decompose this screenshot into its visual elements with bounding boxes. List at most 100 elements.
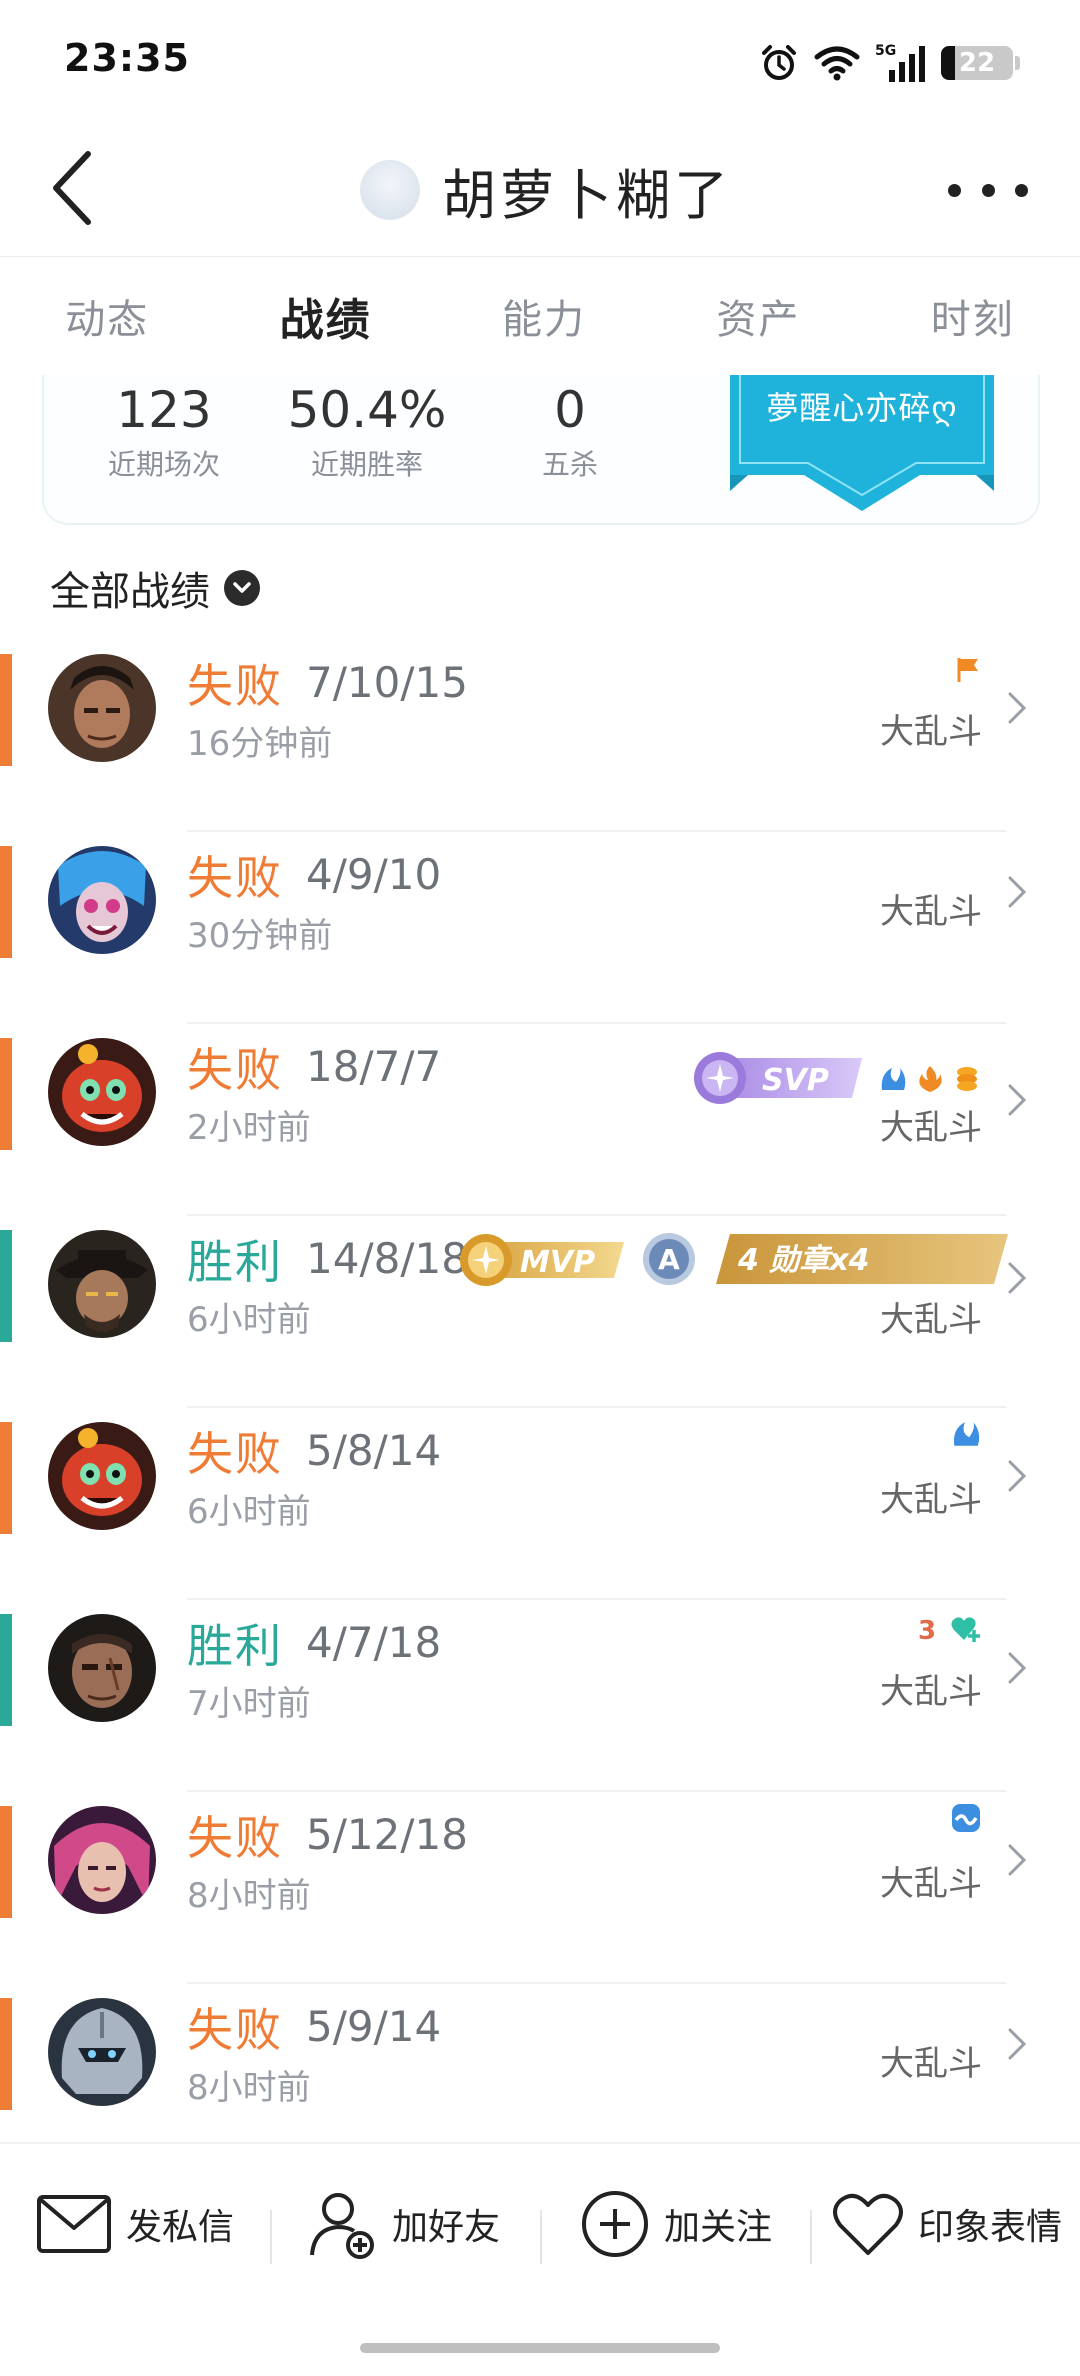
match-result: 胜利	[187, 1619, 283, 1673]
home-indicator[interactable]	[360, 2343, 720, 2353]
match-mode: 大乱斗	[880, 1300, 982, 1340]
records-filter[interactable]: 全部战绩	[50, 558, 260, 618]
match-time: 8小时前	[187, 1876, 311, 1916]
chevron-right-icon	[1008, 692, 1027, 724]
tab-assets[interactable]: 资产	[716, 287, 800, 345]
battery-tip	[1015, 56, 1020, 70]
nav-bar: 胡萝卜糊了	[0, 130, 1080, 250]
wave-icon	[952, 1804, 980, 1832]
match-row[interactable]: 胜利 14/8/18 6小时前 MVP A 4 勋章x4 大乱斗	[0, 1216, 1080, 1408]
match-time: 30分钟前	[187, 916, 333, 956]
more-button[interactable]	[948, 160, 1028, 220]
tab-dynamics[interactable]: 动态	[65, 287, 149, 345]
send-message-button[interactable]: 发私信	[36, 2174, 234, 2274]
heart-plus-icon	[951, 1617, 980, 1642]
match-mode: 大乱斗	[880, 712, 982, 752]
result-indicator	[0, 1998, 12, 2110]
match-row[interactable]: 失败 7/10/15 16分钟前 大乱斗	[0, 640, 1080, 832]
match-row[interactable]: 失败 5/8/14 6小时前 大乱斗	[0, 1408, 1080, 1600]
match-badges	[950, 1802, 982, 1834]
more-dot-icon	[948, 183, 961, 197]
match-kda: 4/9/10	[306, 850, 442, 899]
match-result: 失败	[187, 659, 283, 713]
impression-button[interactable]: 印象表情	[832, 2174, 1062, 2274]
action-label: 印象表情	[918, 2207, 1063, 2248]
stat-label: 五杀	[541, 448, 598, 481]
tab-abilities[interactable]: 能力	[502, 287, 586, 345]
result-indicator	[0, 1614, 12, 1726]
coins-icon	[957, 1067, 977, 1091]
chevron-right-icon	[1008, 1844, 1027, 1876]
svg-text:SVP: SVP	[762, 1063, 829, 1098]
battery-icon: 22	[941, 46, 1013, 80]
hero-avatar	[48, 1038, 156, 1146]
hero-avatar	[48, 1422, 156, 1530]
match-badges	[878, 1064, 982, 1094]
battery-level: 22	[958, 48, 996, 78]
match-time: 6小时前	[187, 1492, 311, 1532]
match-time: 16分钟前	[187, 724, 333, 764]
follow-button[interactable]: 加关注	[580, 2174, 772, 2274]
match-kda: 18/7/7	[306, 1042, 442, 1091]
filter-label: 全部战绩	[50, 569, 210, 615]
match-row[interactable]: 失败 5/12/18 8小时前 大乱斗	[0, 1792, 1080, 1984]
match-result: 失败	[187, 1427, 283, 1481]
match-row[interactable]: 失败 4/9/10 30分钟前 大乱斗	[0, 832, 1080, 1024]
match-mode: 大乱斗	[880, 1672, 982, 1712]
match-kda: 5/9/14	[306, 2002, 442, 2051]
stat-recent-games: 123 近期场次	[64, 375, 264, 483]
tab-moments[interactable]: 时刻	[931, 287, 1015, 345]
hero-avatar	[48, 846, 156, 954]
title-banner[interactable]: 夢醒心亦碎ღ	[730, 375, 1036, 511]
match-result: 失败	[187, 851, 283, 905]
grade-badge: A	[640, 1230, 698, 1288]
match-kda: 5/8/14	[306, 1426, 442, 1475]
svg-text:4 勋章x4: 4 勋章x4	[737, 1243, 870, 1278]
result-indicator	[0, 1422, 12, 1534]
stat-value: 50.4%	[287, 381, 447, 439]
mail-icon	[37, 2195, 111, 2253]
match-mode: 大乱斗	[880, 2044, 982, 2084]
chevron-right-icon	[1008, 1460, 1027, 1492]
match-badges: 3	[912, 1614, 982, 1644]
streak-icon: 3	[918, 1616, 936, 1644]
match-mode: 大乱斗	[880, 1480, 982, 1520]
divider	[810, 2210, 812, 2264]
svg-text:3: 3	[918, 1616, 936, 1644]
match-mode: 大乱斗	[880, 892, 982, 932]
more-dot-icon	[981, 183, 995, 197]
divider	[270, 2210, 272, 2264]
svg-text:MVP: MVP	[520, 1245, 595, 1280]
action-label: 发私信	[126, 2207, 235, 2248]
hero-avatar	[48, 654, 156, 762]
tab-records[interactable]: 战绩	[280, 284, 372, 348]
cellular-signal-icon: 5G	[875, 43, 925, 82]
status-time: 23:35	[64, 36, 190, 80]
stat-value: 0	[554, 381, 586, 439]
match-kda: 7/10/15	[306, 658, 468, 707]
stat-value: 123	[116, 381, 212, 439]
match-result: 失败	[187, 1043, 283, 1097]
avatar[interactable]	[360, 160, 420, 220]
hero-avatar	[48, 1614, 156, 1722]
match-result: 失败	[187, 1811, 283, 1865]
match-row[interactable]: 胜利 4/7/18 7小时前 3 大乱斗	[0, 1600, 1080, 1792]
match-mode: 大乱斗	[880, 1108, 982, 1148]
heart-icon	[833, 2193, 903, 2255]
stat-pentakills: 0 五杀	[470, 375, 670, 483]
match-row[interactable]: 失败 18/7/7 2小时前 SVP 大乱斗	[0, 1024, 1080, 1216]
fire-icon	[919, 1066, 942, 1092]
add-friend-button[interactable]: 加好友	[308, 2174, 500, 2274]
result-indicator	[0, 1038, 12, 1150]
status-icons: 5G 22	[759, 40, 1020, 86]
result-indicator	[0, 654, 12, 766]
match-time: 8小时前	[187, 2068, 311, 2108]
back-button[interactable]	[50, 148, 120, 228]
action-label: 加关注	[664, 2207, 773, 2248]
medal-badge: 4 勋章x4	[716, 1232, 1008, 1286]
spirit-icon	[881, 1068, 906, 1090]
tab-bar: 动态 战绩 能力 资产 时刻	[0, 256, 1080, 375]
chevron-right-icon	[1008, 876, 1027, 908]
match-result: 胜利	[187, 1235, 283, 1289]
divider	[540, 2210, 542, 2264]
